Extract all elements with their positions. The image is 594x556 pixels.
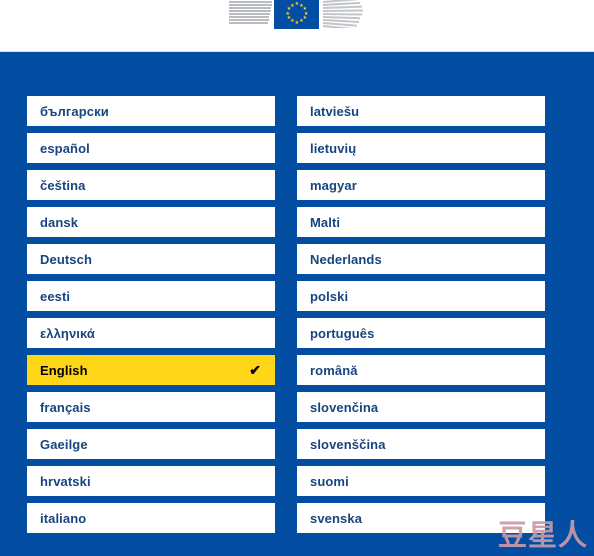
- language-option[interactable]: Nederlands: [297, 244, 545, 274]
- language-option-label: polski: [310, 288, 349, 304]
- language-option[interactable]: latviešu: [297, 96, 545, 126]
- language-option-label: français: [40, 399, 91, 415]
- language-option[interactable]: português: [297, 318, 545, 348]
- language-option[interactable]: slovenščina: [297, 429, 545, 459]
- language-option-label: Malti: [310, 214, 341, 230]
- language-option-label: ελληνικά: [40, 325, 96, 341]
- language-option[interactable]: español: [27, 133, 275, 163]
- check-icon: ✔: [249, 362, 261, 378]
- language-option[interactable]: suomi: [297, 466, 545, 496]
- language-option[interactable]: Malti: [297, 207, 545, 237]
- language-option[interactable]: română: [297, 355, 545, 385]
- language-option[interactable]: slovenčina: [297, 392, 545, 422]
- language-option[interactable]: lietuvių: [297, 133, 545, 163]
- eu-flag-icon: ★ ★ ★ ★ ★ ★ ★ ★ ★ ★ ★ ★: [273, 0, 320, 29]
- language-option-label: български: [40, 103, 109, 119]
- language-option[interactable]: English ✔: [27, 355, 275, 385]
- language-option[interactable]: Deutsch: [27, 244, 275, 274]
- language-option-label: latviešu: [310, 103, 360, 119]
- language-column-1: български español čeština dansk Deutsch eesti…: [27, 96, 275, 533]
- site-header: ★ ★ ★ ★ ★ ★ ★ ★ ★ ★ ★ ★: [0, 0, 594, 52]
- language-selection-page: ★ ★ ★ ★ ★ ★ ★ ★ ★ ★ ★ ★ български español čeština dans…: [0, 0, 594, 556]
- language-option[interactable]: eesti: [27, 281, 275, 311]
- language-option-label: slovenčina: [310, 399, 379, 415]
- language-option-label: Nederlands: [310, 251, 382, 267]
- language-column-2: latviešu lietuvių magyar Malti Nederlands pol…: [297, 96, 545, 533]
- language-option[interactable]: dansk: [27, 207, 275, 237]
- language-option-label: dansk: [40, 214, 79, 230]
- language-option-label: Gaeilge: [40, 436, 88, 452]
- language-option[interactable]: svenska: [297, 503, 545, 533]
- language-option[interactable]: polski: [297, 281, 545, 311]
- language-option-label: svenska: [310, 510, 363, 526]
- language-option[interactable]: hrvatski: [27, 466, 275, 496]
- language-option[interactable]: italiano: [27, 503, 275, 533]
- language-panel: български español čeština dansk Deutsch eesti…: [0, 52, 594, 556]
- language-option-label: italiano: [40, 510, 87, 526]
- language-option[interactable]: Gaeilge: [27, 429, 275, 459]
- language-option-label: lietuvių: [310, 140, 357, 156]
- language-option-label: español: [40, 140, 90, 156]
- language-option[interactable]: български: [27, 96, 275, 126]
- logo-right-fan-icon: [323, 0, 365, 28]
- language-option[interactable]: ελληνικά: [27, 318, 275, 348]
- language-option-label: Deutsch: [40, 251, 92, 267]
- language-option-label: slovenščina: [310, 436, 386, 452]
- language-option-label: čeština: [40, 177, 86, 193]
- language-grid: български español čeština dansk Deutsch eesti…: [27, 96, 545, 533]
- language-option-label: magyar: [310, 177, 357, 193]
- european-commission-logo: ★ ★ ★ ★ ★ ★ ★ ★ ★ ★ ★ ★: [229, 0, 365, 30]
- language-option-label: suomi: [310, 473, 349, 489]
- language-option-label: português: [310, 325, 375, 341]
- language-option-label: eesti: [40, 288, 71, 304]
- logo-left-stripes-icon: [229, 0, 273, 24]
- language-option[interactable]: čeština: [27, 170, 275, 200]
- language-option-label: română: [310, 362, 358, 378]
- language-option-label: English: [40, 362, 88, 378]
- language-option-label: hrvatski: [40, 473, 91, 489]
- language-option[interactable]: magyar: [297, 170, 545, 200]
- language-option[interactable]: français: [27, 392, 275, 422]
